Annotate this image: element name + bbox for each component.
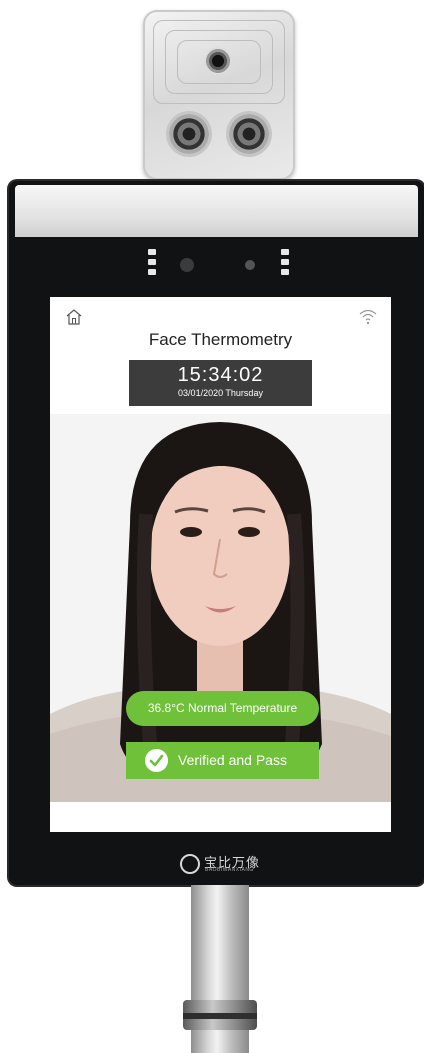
fill-light-right bbox=[281, 249, 289, 281]
clock-time: 15:34:02 bbox=[177, 364, 264, 386]
ir-sensor-icon bbox=[180, 258, 194, 272]
camera-lens-icon bbox=[204, 47, 232, 75]
brand-name-en: BAOBIWANXIANG bbox=[205, 867, 254, 873]
verified-pass-label: Verified and Pass bbox=[178, 752, 287, 768]
wifi-icon bbox=[359, 309, 377, 325]
verified-pass-badge: Verified and Pass bbox=[126, 742, 319, 779]
home-icon[interactable] bbox=[65, 308, 83, 326]
page-title: Face Thermometry bbox=[148, 330, 293, 349]
check-icon bbox=[145, 749, 168, 772]
thermal-camera-module bbox=[143, 10, 295, 180]
stand-clamp-band bbox=[183, 1013, 257, 1019]
front-camera-icon bbox=[245, 260, 255, 270]
display-screen: Face Thermometry 15:34:02 03/01/2020 Thu… bbox=[50, 297, 391, 832]
thermal-sensor-left-icon bbox=[169, 114, 209, 154]
temperature-badge: 36.8°C Normal Temperature bbox=[126, 691, 319, 726]
fill-light-left bbox=[148, 249, 156, 281]
thermal-sensor-right-icon bbox=[229, 114, 269, 154]
device-top-bezel bbox=[15, 185, 418, 237]
clock-date: 03/01/2020 Thursday bbox=[178, 388, 263, 398]
brand-mark-icon bbox=[180, 854, 200, 874]
clock-panel: 15:34:02 03/01/2020 Thursday bbox=[129, 360, 312, 406]
